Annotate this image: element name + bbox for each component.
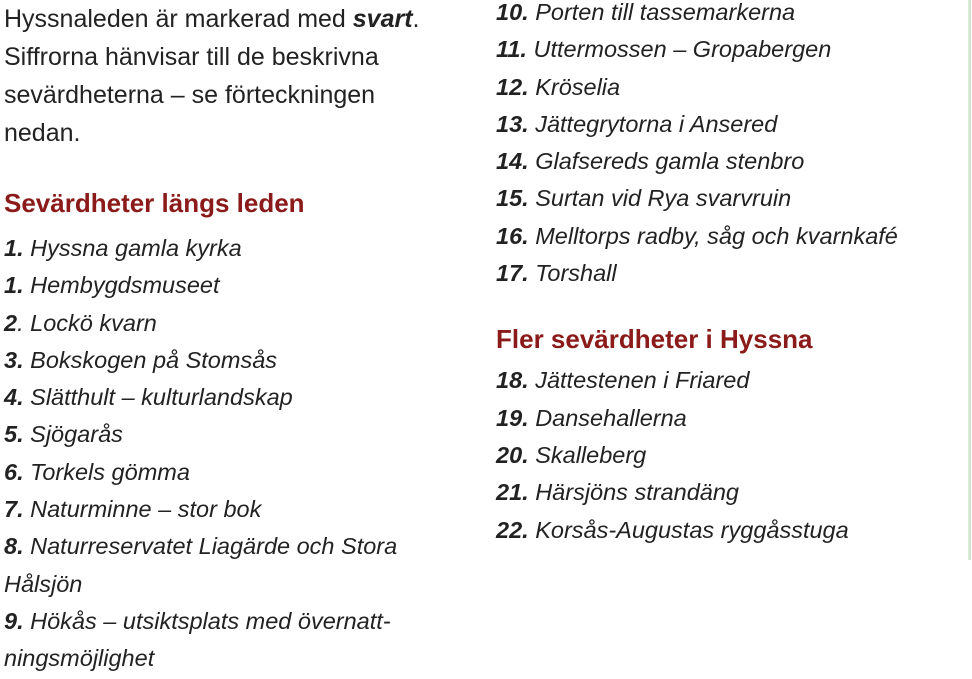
item-number: 2: [4, 309, 18, 336]
intro-line-3: sevärdheterna – se förteckningen: [4, 81, 376, 109]
item-number: 8.: [4, 533, 24, 560]
intro-line-4: nedan.: [4, 119, 81, 147]
heading-sights-along-trail: Sevärdheter längs leden: [4, 188, 305, 218]
list-item: 7. Naturminne – stor bok: [4, 491, 486, 528]
item-text: Glafsereds gamla stenbro: [528, 148, 805, 175]
list-item: 11. Uttermossen – Gropabergen: [496, 31, 972, 68]
item-text: Uttermossen – Gropabergen: [526, 36, 832, 63]
list-item: 5. Sjögarås: [4, 416, 486, 453]
item-number: 20.: [496, 441, 529, 468]
list-item: 3. Bokskogen på Stomsås: [4, 342, 486, 379]
list-item: 9. Hökås – utsiktsplats med övernatt-nin…: [4, 603, 486, 678]
item-number: 1.: [4, 235, 24, 261]
list-item: 4. Slätthult – kulturlandskap: [4, 379, 486, 416]
list-item: 10. Porten till tassemarkerna: [496, 0, 972, 31]
item-number: 15.: [496, 185, 529, 212]
item-number: 22.: [496, 516, 529, 543]
list-item: 21. Härsjöns strandäng: [496, 474, 972, 511]
intro-line-1-text: Hyssnaleden är markerad med: [4, 5, 353, 33]
item-text: Melltorps radby, såg och kvarnkafé: [528, 222, 898, 249]
item-text: Surtan vid Rya svarvruin: [528, 185, 792, 212]
item-number: 18.: [496, 367, 529, 394]
list-item: 17. Torshall: [496, 255, 972, 292]
item-text: Naturreservatet Liagärde och Stora: [23, 533, 398, 560]
left-column: Hyssnaleden är markerad med svart. Siffr…: [4, 0, 486, 678]
list-item: 16. Melltorps radby, såg och kvarnkafé: [496, 218, 972, 255]
item-number: 10.: [496, 0, 529, 25]
list-item: 6. Torkels gömma: [4, 454, 486, 491]
item-text: Bokskogen på Stomsås: [23, 346, 278, 373]
list-item: 20. Skalleberg: [496, 437, 972, 474]
item-text: Slätthult – kulturlandskap: [23, 384, 293, 411]
item-text: Torkels gömma: [23, 458, 190, 485]
item-text: . Lockö kvarn: [17, 309, 157, 336]
list-item: 8. Naturreservatet Liagärde och Stora Hål…: [4, 528, 486, 603]
item-text: Jättegrytorna i Ansered: [528, 110, 778, 137]
list-item: 2. Lockö kvarn: [4, 305, 486, 342]
item-text: Sjögarås: [23, 421, 123, 448]
list-item: 18. Jättestenen i Friared: [496, 362, 972, 399]
item-number: 13.: [496, 110, 529, 137]
sights-list-right-bottom: 18. Jättestenen i Friared 19. Dansehalle…: [496, 362, 972, 548]
right-column: 10. Porten till tassemarkerna 11. Utterm…: [496, 0, 972, 549]
item-number: 21.: [496, 479, 529, 506]
list-item: 19. Dansehallerna: [496, 400, 972, 437]
item-text: Skalleberg: [528, 441, 647, 468]
item-number: 19.: [496, 404, 529, 431]
sights-list-right-top: 10. Porten till tassemarkerna 11. Utterm…: [496, 0, 972, 292]
item-number: 17.: [496, 260, 529, 287]
list-item: 12. Kröselia: [496, 69, 972, 106]
sights-list-left: 1. Hyssna gamla kyrka 1. Hembygdsmuseet …: [4, 230, 486, 678]
item-text: Härsjöns strandäng: [528, 479, 739, 506]
intro-paragraph: Hyssnaleden är markerad med svart. Siffr…: [4, 0, 486, 152]
item-text: Korsås-Augustas ryggåsstuga: [528, 516, 849, 543]
item-number: 12.: [496, 73, 529, 100]
item-text: Torshall: [528, 260, 617, 287]
item-text: Naturminne – stor bok: [23, 496, 262, 523]
list-item: 13. Jättegrytorna i Ansered: [496, 106, 972, 143]
intro-line-1: Hyssnaleden är markerad med svart.: [4, 0, 486, 38]
list-item: 14. Glafsereds gamla stenbro: [496, 143, 972, 180]
item-number: 9.: [4, 607, 24, 634]
list-item: 15. Surtan vid Rya svarvruin: [496, 180, 972, 217]
item-text: Hökås – utsiktsplats med övernatt-: [23, 607, 391, 634]
item-number: 6.: [4, 458, 24, 485]
item-number: 5.: [4, 421, 24, 448]
item-text: Dansehallerna: [528, 404, 687, 431]
intro-line-2: Siffrorna hänvisar till de beskrivna: [4, 43, 379, 71]
item-number: 3.: [4, 346, 24, 373]
item-text: Jättestenen i Friared: [528, 367, 750, 394]
intro-line-1-end: .: [412, 5, 420, 33]
item-text: Kröselia: [528, 73, 621, 100]
item-text: Hembygdsmuseet: [23, 272, 220, 299]
item-number: 11.: [496, 36, 527, 63]
item-number: 4.: [4, 384, 24, 411]
list-item: 1. Hyssna gamla kyrka: [4, 230, 486, 267]
item-number: 14.: [496, 148, 529, 175]
item-number: 7.: [4, 496, 24, 523]
item-number: 1.: [4, 272, 24, 299]
item-number: 16.: [496, 222, 529, 249]
intro-emphasis-svart: svart: [352, 5, 413, 33]
item-text: Hyssna gamla kyrka: [23, 235, 242, 261]
right-edge-divider: [968, 0, 971, 560]
list-item: 22. Korsås-Augustas ryggåsstuga: [496, 512, 972, 549]
item-text-continued: Hålsjön: [4, 570, 83, 597]
item-text: Porten till tassemarkerna: [528, 0, 796, 25]
heading-more-sights-hyssna: Fler sevärdheter i Hyssna: [496, 324, 813, 355]
list-item: 1. Hembygdsmuseet: [4, 267, 486, 304]
item-text-continued: ningsmöjlighet: [4, 645, 155, 672]
